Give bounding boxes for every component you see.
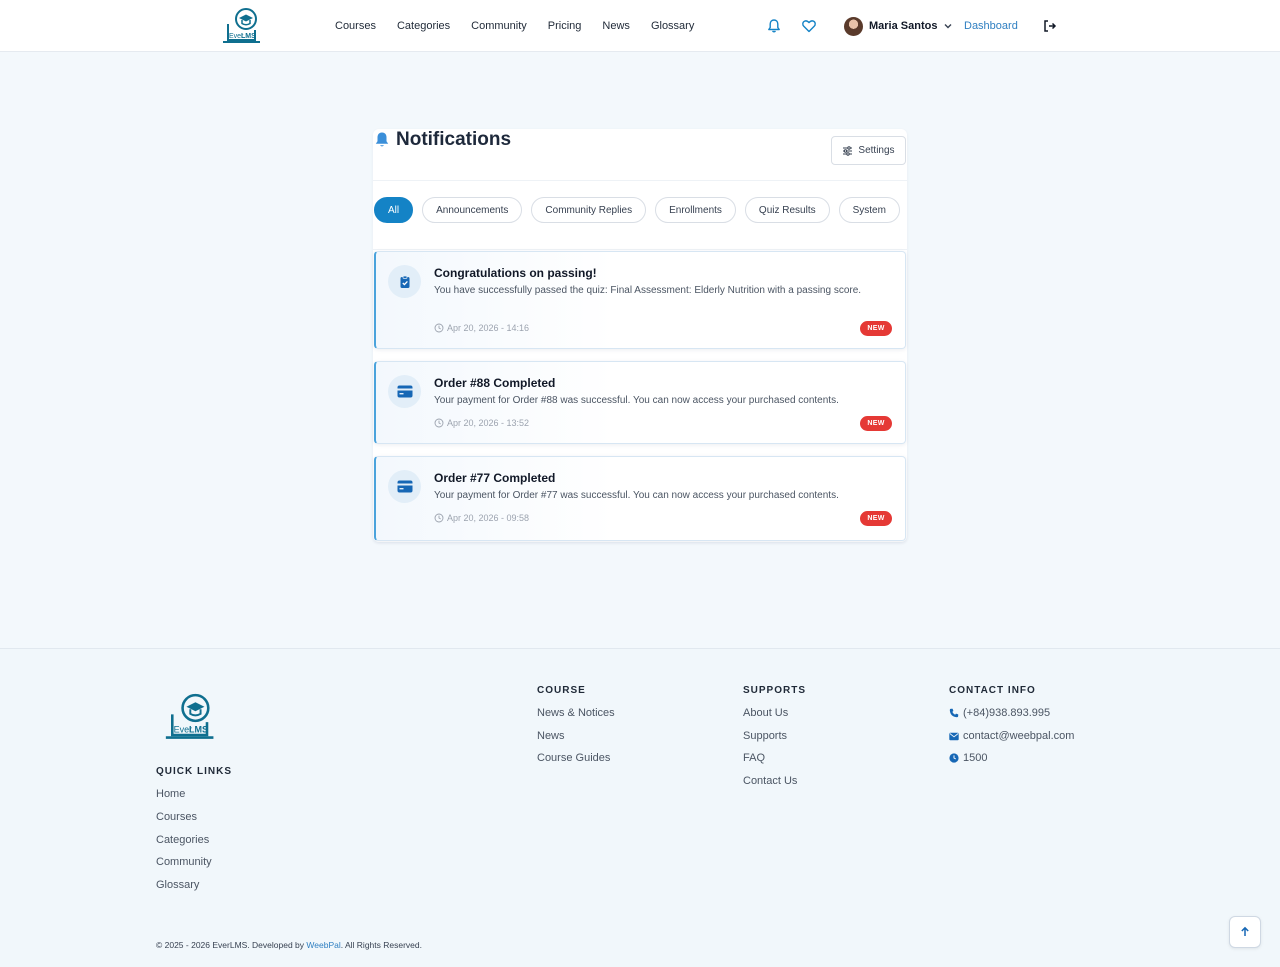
footer-link-course-guides[interactable]: Course Guides	[537, 752, 610, 764]
notification-body: Your payment for Order #77 was successfu…	[434, 490, 839, 501]
everlms-logo[interactable]: Ever LMS	[220, 6, 262, 46]
footer-link-supports[interactable]: Supports	[743, 730, 787, 742]
user-menu[interactable]: Maria Santos	[844, 16, 953, 36]
footer-link-courses[interactable]: Courses	[156, 811, 197, 823]
new-badge: NEW	[860, 511, 892, 526]
dashboard-link[interactable]: Dashboard	[964, 20, 1018, 32]
new-badge: NEW	[860, 321, 892, 336]
footer-link-news[interactable]: News	[537, 730, 565, 742]
clock-icon	[434, 418, 444, 428]
notification-time: Apr 20, 2026 - 09:58	[434, 513, 529, 523]
envelope-icon	[949, 732, 959, 740]
chevron-down-icon	[944, 24, 952, 29]
filter-enrollments[interactable]: Enrollments	[655, 197, 736, 223]
notification-body: You have successfully passed the quiz: F…	[434, 285, 862, 296]
notification-time: Apr 20, 2026 - 14:16	[434, 323, 529, 333]
wishlist-heart-icon[interactable]	[801, 18, 817, 34]
notifications-heading: Notifications	[373, 129, 511, 151]
divider	[373, 180, 907, 181]
footer-link-community[interactable]: Community	[156, 856, 212, 868]
notification-title: Congratulations on passing!	[434, 266, 597, 280]
contact-hours: 1500	[949, 752, 987, 764]
contact-phone[interactable]: (+84)938.893.995	[949, 707, 1050, 719]
nav-categories[interactable]: Categories	[397, 20, 450, 32]
notification-timestamp: Apr 20, 2026 - 14:16	[447, 323, 530, 333]
divider	[373, 249, 907, 250]
footer-link-glossary[interactable]: Glossary	[156, 879, 199, 891]
filter-community-replies[interactable]: Community Replies	[531, 197, 647, 223]
footer-link-home[interactable]: Home	[156, 788, 185, 800]
site-header: Ever LMS Courses Categories Community Pr…	[0, 0, 1280, 52]
new-badge: NEW	[860, 416, 892, 431]
filter-system[interactable]: System	[838, 197, 900, 223]
filter-quiz-results[interactable]: Quiz Results	[744, 197, 830, 223]
settings-label: Settings	[858, 145, 895, 156]
footer-logo[interactable]: Ever LMS	[162, 691, 216, 743]
scroll-to-top-button[interactable]	[1229, 916, 1261, 948]
notification-title: Order #77 Completed	[434, 471, 556, 485]
footer-link-contact-us[interactable]: Contact Us	[743, 775, 797, 787]
main-nav: Courses Categories Community Pricing New…	[335, 0, 715, 52]
contact-email[interactable]: contact@weebpal.com	[949, 730, 1074, 742]
avatar	[844, 16, 863, 36]
footer-link-faq[interactable]: FAQ	[743, 752, 765, 764]
contact-phone-text: (+84)938.893.995	[963, 707, 1051, 719]
filter-all[interactable]: All	[374, 197, 414, 223]
sliders-icon	[843, 145, 853, 156]
notification-timestamp: Apr 20, 2026 - 13:52	[447, 418, 530, 428]
notification-item[interactable]: Order #88 Completed Your payment for Ord…	[374, 361, 906, 444]
user-name: Maria Santos	[869, 20, 938, 32]
clock-icon	[434, 513, 444, 523]
clock-icon	[434, 323, 444, 333]
nav-glossary[interactable]: Glossary	[651, 20, 694, 32]
nav-courses[interactable]: Courses	[335, 20, 376, 32]
supports-heading: SUPPORTS	[743, 685, 807, 696]
nav-community[interactable]: Community	[471, 20, 527, 32]
footer-link-about-us[interactable]: About Us	[743, 707, 788, 719]
notification-timestamp: Apr 20, 2026 - 09:58	[447, 513, 530, 523]
nav-pricing[interactable]: Pricing	[548, 20, 582, 32]
notification-time: Apr 20, 2026 - 13:52	[434, 418, 529, 428]
notifications-card: Notifications Settings All Announcements…	[373, 129, 907, 542]
footer-link-categories[interactable]: Categories	[156, 834, 209, 846]
copyright-prefix: © 2025 - 2026 EverLMS. Developed by	[156, 940, 307, 950]
logo-text-lms: LMS	[241, 33, 256, 40]
notification-body: Your payment for Order #88 was successfu…	[434, 395, 839, 406]
contact-email-text: contact@weebpal.com	[963, 730, 1075, 742]
quick-links-heading: QUICK LINKS	[156, 766, 232, 777]
developer-link[interactable]: WeebPal	[306, 940, 340, 950]
course-heading: COURSE	[537, 685, 586, 696]
settings-button[interactable]: Settings	[831, 136, 906, 165]
copyright-suffix: . All Rights Reserved.	[340, 940, 422, 950]
credit-card-icon	[388, 470, 421, 503]
notification-bell-icon[interactable]	[766, 18, 782, 34]
contact-info-heading: CONTACT INFO	[949, 685, 1036, 696]
notification-item[interactable]: Congratulations on passing! You have suc…	[374, 251, 906, 349]
logout-icon[interactable]	[1043, 19, 1057, 33]
nav-news[interactable]: News	[602, 20, 630, 32]
copyright: © 2025 - 2026 EverLMS. Developed by Weeb…	[156, 940, 422, 950]
page-title: Notifications	[396, 129, 512, 150]
bell-icon	[375, 132, 389, 147]
filter-tabs: All Announcements Community Replies Enro…	[374, 197, 900, 223]
clock-icon	[949, 753, 959, 763]
notification-item[interactable]: Order #77 Completed Your payment for Ord…	[374, 456, 906, 541]
phone-icon	[949, 708, 959, 718]
clipboard-check-icon	[388, 265, 421, 298]
credit-card-icon	[388, 375, 421, 408]
site-footer: Ever LMS QUICK LINKS Home Courses Catego…	[0, 648, 1280, 967]
footer-logo-text-lms: LMS	[189, 724, 208, 734]
filter-announcements[interactable]: Announcements	[422, 197, 523, 223]
contact-hours-text: 1500	[963, 752, 988, 764]
notification-title: Order #88 Completed	[434, 376, 556, 390]
footer-link-news-notices[interactable]: News & Notices	[537, 707, 615, 719]
arrow-up-icon	[1241, 926, 1249, 936]
